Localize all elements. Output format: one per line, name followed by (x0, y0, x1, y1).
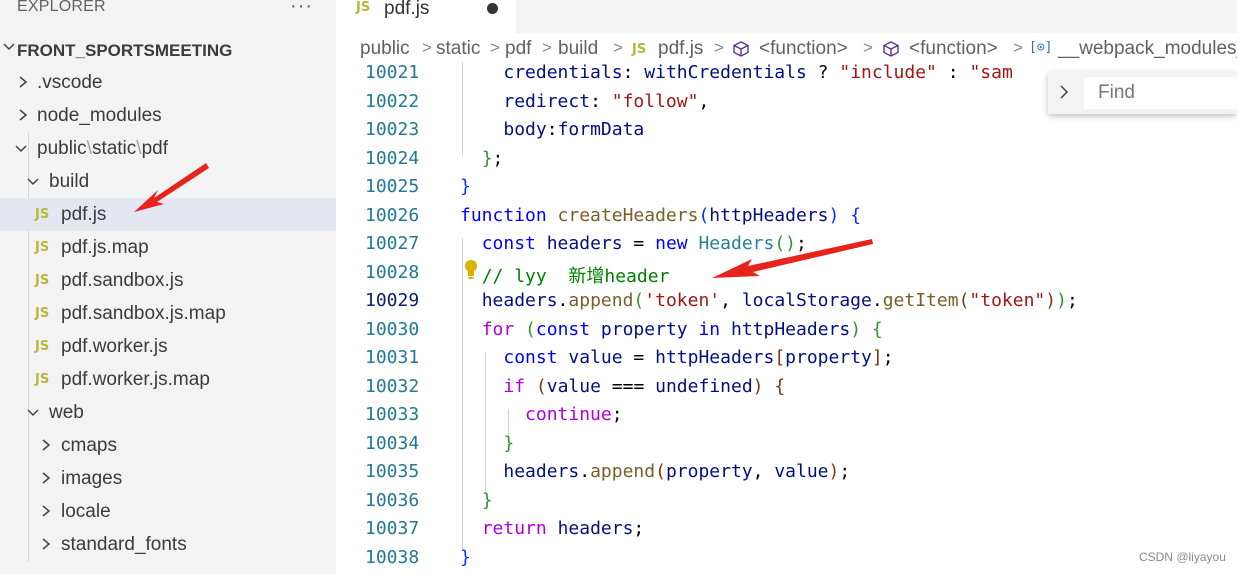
tree-item-label: web (49, 402, 84, 423)
breadcrumb-item[interactable]: public (360, 38, 410, 60)
code-area[interactable]: 10021 credentials: withCredentials ? "in… (336, 62, 1237, 574)
tree-item-label: pdf.js.map (61, 237, 149, 258)
breadcrumb-separator: > (422, 38, 432, 57)
breadcrumb-separator: > (1013, 38, 1023, 57)
chevron-right-icon (42, 472, 51, 484)
project-name: FRONT_SPORTSMEETING (17, 41, 233, 60)
explorer-header: EXPLORER ··· (0, 0, 336, 22)
tab-label: pdf.js (384, 0, 430, 19)
code-line: 10033 continue; (365, 404, 623, 425)
js-file-icon: JS (35, 240, 50, 255)
find-widget: Find (1048, 72, 1237, 114)
chevron-down-icon (27, 178, 39, 186)
tree-item-label: locale (61, 501, 111, 522)
project-root[interactable]: FRONT_SPORTSMEETING (0, 34, 336, 64)
tree-item-pdf-js-map[interactable]: JS pdf.js.map (0, 231, 336, 264)
tree-item-label: pdf.worker.js.map (61, 369, 210, 390)
code-line-current: 10029 headers.append('token', localStora… (365, 290, 1078, 311)
tree-item-vscode[interactable]: .vscode (0, 66, 336, 99)
tab-pdf-js[interactable]: JS pdf.js (336, 0, 516, 33)
tree-item-cmaps[interactable]: cmaps (0, 429, 336, 462)
breadcrumb-item[interactable]: <function> (759, 38, 848, 60)
tree-item-node-modules[interactable]: node_modules (0, 99, 336, 132)
js-file-icon: JS (632, 42, 647, 57)
code-line: 10038 } (365, 546, 471, 568)
tree-item-label: .vscode (37, 72, 103, 93)
explorer-title: EXPLORER (17, 0, 106, 15)
tree-item-standard-fonts[interactable]: standard_fonts (0, 528, 336, 561)
code-line: 10037 return headers; (365, 518, 645, 539)
breadcrumb-item[interactable]: pdf.js (658, 38, 703, 60)
editor: JS pdf.js public > static > pdf > build … (336, 0, 1237, 574)
tree-item-build[interactable]: build (0, 165, 336, 198)
more-actions-icon[interactable]: ··· (290, 0, 313, 18)
tree-item-label: node_modules (37, 105, 162, 126)
lightbulb-icon[interactable] (464, 259, 478, 285)
tree-item-pdf-worker-js[interactable]: JS pdf.worker.js (0, 330, 336, 363)
js-file-icon: JS (35, 372, 50, 387)
js-file-icon: JS (35, 306, 50, 321)
breadcrumb-item[interactable]: static (436, 38, 480, 60)
chevron-right-icon[interactable] (1058, 84, 1070, 100)
tree-item-images[interactable]: images (0, 462, 336, 495)
breadcrumb-separator: > (714, 38, 724, 57)
tree-item-label: cmaps (61, 435, 117, 456)
function-cube-icon (733, 41, 749, 57)
js-file-icon: JS (35, 339, 50, 354)
chevron-right-icon (19, 76, 28, 88)
breadcrumb-separator: > (613, 38, 623, 57)
tree-item-pdf-sandbox-js[interactable]: JS pdf.sandbox.js (0, 264, 336, 297)
js-file-icon: JS (35, 207, 50, 222)
code-line: 10034 } (365, 432, 515, 454)
tree-item-label: public\static\pdf (37, 138, 168, 159)
tree-item-pdf-worker-js-map[interactable]: JS pdf.worker.js.map (0, 363, 336, 396)
code-line: 10026 function createHeaders(httpHeaders… (365, 204, 862, 226)
chevron-right-icon (19, 109, 28, 121)
code-line: 10024 }; (365, 147, 504, 169)
tree-item-web[interactable]: web (0, 396, 336, 429)
breadcrumb: public > static > pdf > build > JS pdf.j… (336, 36, 1237, 64)
code-line: 10025 } (365, 176, 471, 197)
tree-item-label: pdf.sandbox.js.map (61, 303, 226, 324)
chevron-down-icon (3, 43, 15, 51)
code-line: 10032 if (value === undefined) { (365, 375, 786, 397)
code-line: 10023 body:formData (365, 119, 645, 140)
code-line: 10027 const headers = new Headers(); (365, 233, 807, 254)
breadcrumb-item[interactable]: __webpack_modules_ (1058, 38, 1237, 60)
chevron-down-icon (27, 409, 39, 417)
tree-item-label: pdf.js (61, 204, 107, 225)
tree-item-pdf-js[interactable]: JS pdf.js (0, 198, 336, 231)
find-input[interactable]: Find (1084, 77, 1237, 109)
tree-item-label: build (49, 171, 90, 192)
chevron-right-icon (42, 439, 51, 451)
unsaved-dot-icon[interactable] (487, 3, 498, 14)
code-line: 10036 } (365, 489, 493, 511)
tree-item-label: pdf.sandbox.js (61, 270, 184, 291)
chevron-right-icon (42, 505, 51, 517)
js-file-icon: JS (35, 273, 50, 288)
function-cube-icon (883, 41, 899, 57)
code-line: 10031 const value = httpHeaders[property… (365, 347, 894, 368)
code-line: 10035 headers.append(property, value); (365, 461, 851, 482)
breadcrumb-item[interactable]: pdf (505, 38, 531, 60)
tree-item-label: standard_fonts (61, 534, 187, 555)
tree-item-locale[interactable]: locale (0, 495, 336, 528)
breadcrumb-item[interactable]: build (558, 38, 598, 60)
chevron-right-icon (42, 538, 51, 550)
tree-item-public-static-pdf[interactable]: public\static\pdf (0, 132, 336, 165)
js-file-icon: JS (356, 0, 371, 15)
breadcrumb-separator: > (542, 38, 552, 57)
tree-item-label: pdf.worker.js (61, 336, 168, 357)
breadcrumb-item[interactable]: <function> (909, 38, 998, 60)
watermark: CSDN @liyayou (1139, 550, 1226, 564)
tree-item-label: images (61, 468, 123, 489)
explorer-sidebar: EXPLORER ··· FRONT_SPORTSMEETING .vscode… (0, 0, 336, 574)
tab-bar: JS pdf.js (336, 0, 1237, 33)
tree-item-pdf-sandbox-js-map[interactable]: JS pdf.sandbox.js.map (0, 297, 336, 330)
breadcrumb-separator: > (863, 38, 873, 57)
breadcrumb-separator: > (490, 38, 500, 57)
code-line: 10030 for (const property in httpHeaders… (365, 318, 883, 340)
chevron-down-icon (15, 145, 27, 153)
variable-icon: [⊙] (1029, 40, 1053, 55)
